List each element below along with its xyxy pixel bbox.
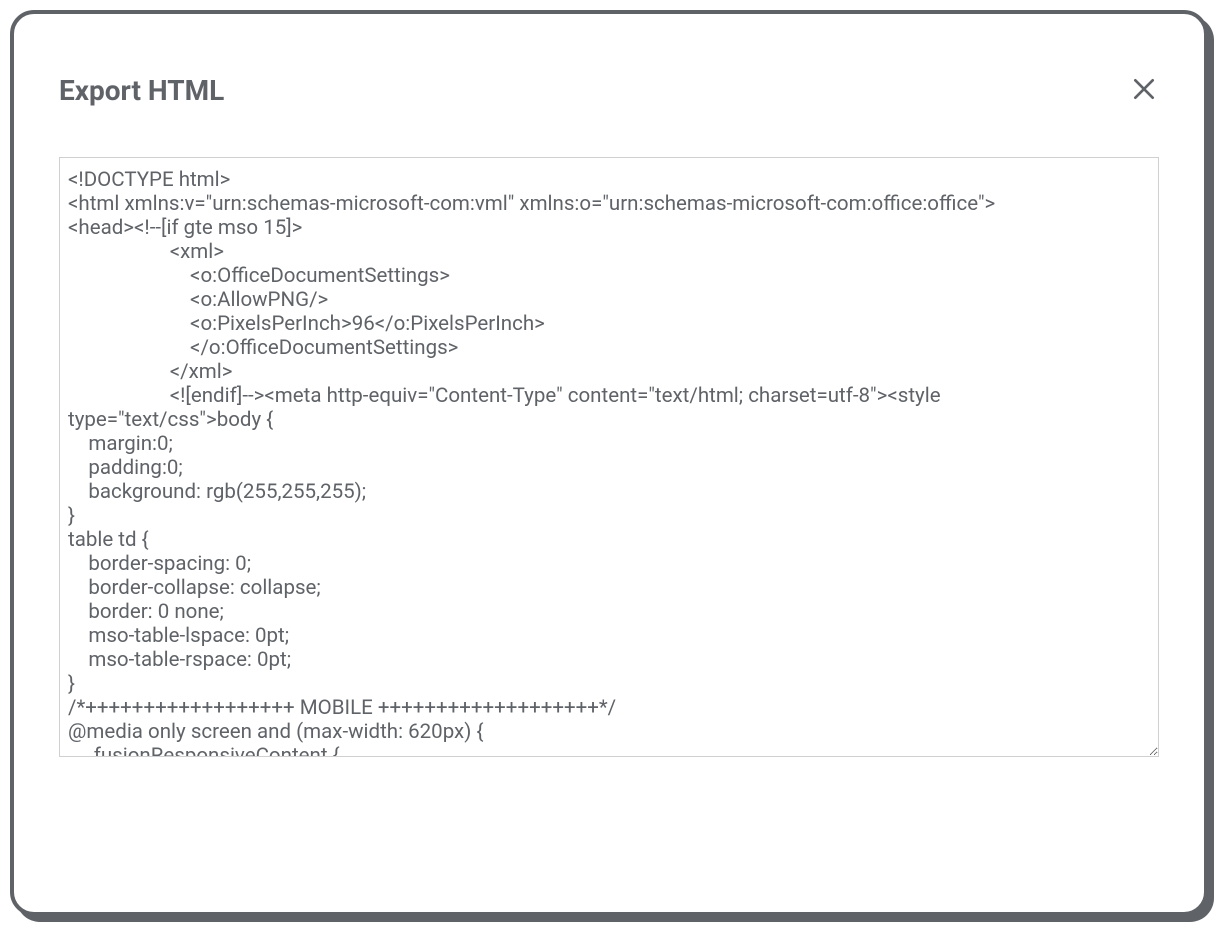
export-html-modal: Export HTML <!DOCTYPE html> <html xmlns:… bbox=[10, 10, 1208, 916]
html-code-textarea[interactable]: <!DOCTYPE html> <html xmlns:v="urn:schem… bbox=[59, 157, 1159, 757]
modal-title: Export HTML bbox=[59, 74, 224, 107]
close-button[interactable] bbox=[1129, 74, 1159, 104]
close-icon bbox=[1131, 76, 1157, 102]
modal-header: Export HTML bbox=[59, 74, 1159, 107]
